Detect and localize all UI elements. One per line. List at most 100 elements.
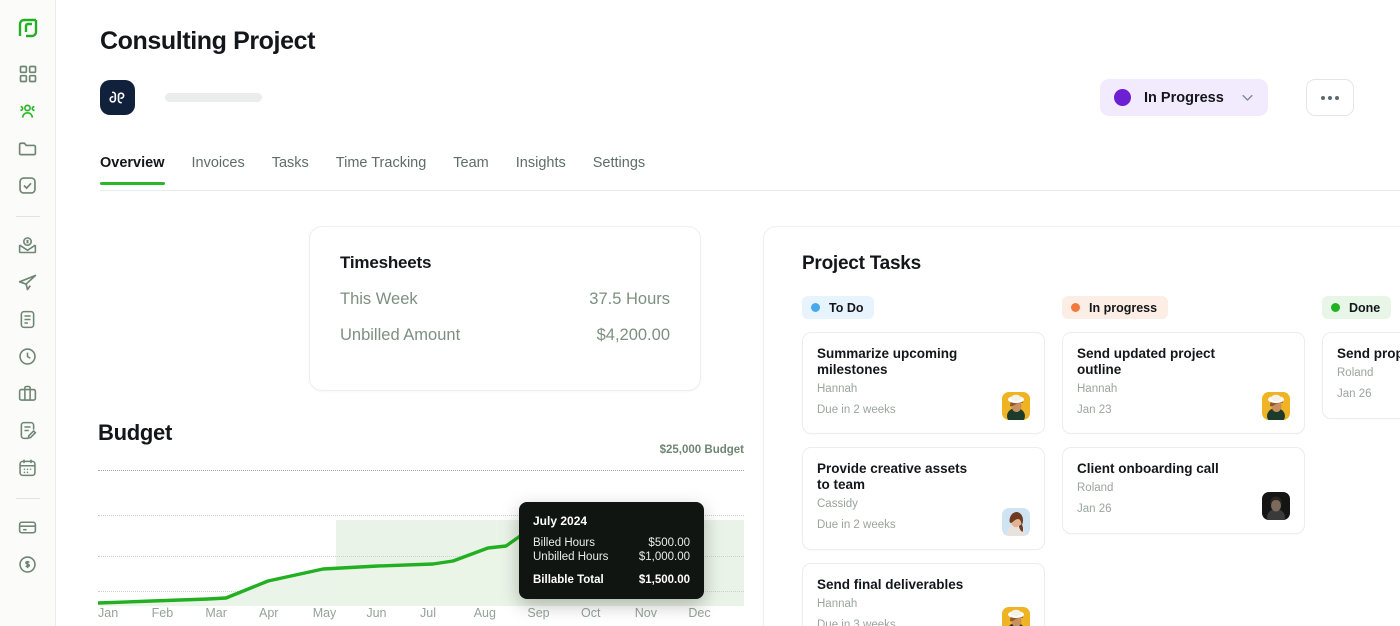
tab-overview[interactable]: Overview <box>100 155 165 185</box>
task-assignee: Hannah <box>817 597 858 610</box>
sidebar-item-dashboard[interactable] <box>12 58 44 90</box>
avatar[interactable] <box>1002 507 1030 536</box>
column-badge-done[interactable]: Done <box>1322 296 1392 319</box>
project-tasks-panel: Project Tasks To Do Summarize upcoming m… <box>763 226 1400 626</box>
tab-team[interactable]: Team <box>453 155 488 184</box>
column-label: To Do <box>829 300 864 315</box>
task-due: Due in 2 weeks <box>817 403 896 416</box>
sidebar-item-expenses[interactable] <box>12 548 44 580</box>
task-due: Due in 2 weeks <box>817 519 896 532</box>
page-title: Consulting Project <box>100 27 316 55</box>
app-window: Consulting Project In Progress Overview … <box>0 0 1400 626</box>
task-due: Jan 26 <box>1337 387 1372 400</box>
x-tick: Mar <box>205 606 227 620</box>
task-title: Send proposal <box>1337 346 1400 361</box>
sidebar-item-calendar[interactable] <box>12 451 44 483</box>
tooltip-total-value: $1,500.00 <box>638 574 690 586</box>
timesheets-row-value: $4,200.00 <box>596 326 670 344</box>
tooltip-row-value: $500.00 <box>648 537 690 549</box>
tooltip-row-value: $1,000.00 <box>638 551 690 563</box>
task-assignee: Hannah <box>817 382 858 395</box>
sidebar-item-projects[interactable] <box>12 132 44 164</box>
task-due: Due in 3 weeks <box>817 618 896 626</box>
status-dot-icon <box>811 303 820 312</box>
status-dot-icon <box>1114 89 1131 106</box>
task-card[interactable]: Provide creative assets to team Cassidy … <box>802 447 1045 550</box>
sidebar-item-billing[interactable] <box>12 511 44 543</box>
sidebar-item-clients[interactable] <box>12 95 44 127</box>
x-tick: Apr <box>259 606 279 620</box>
more-options-button[interactable] <box>1306 79 1354 116</box>
chevron-down-icon[interactable] <box>1240 90 1255 105</box>
sidebar-item-work[interactable] <box>12 377 44 409</box>
chart-x-axis-labels: Jan Feb Mar Apr May Jun Jul Aug Sep Oct … <box>98 606 744 620</box>
project-tasks-title: Project Tasks <box>802 253 921 274</box>
task-card[interactable]: Send updated project outline Hannah Jan … <box>1062 332 1305 435</box>
x-tick: Dec <box>688 606 711 620</box>
status-badge[interactable]: In Progress <box>1100 79 1268 116</box>
overview-content: Timesheets This Week 37.5 Hours Unbilled… <box>56 192 1400 626</box>
task-title: Provide creative assets to team <box>817 461 968 493</box>
budget-title: Budget <box>98 420 172 445</box>
task-due: Jan 23 <box>1077 403 1112 416</box>
tooltip-total-label: Billable Total <box>533 574 604 586</box>
sidebar <box>0 0 56 626</box>
column-badge-to-do[interactable]: To Do <box>802 296 875 319</box>
timesheets-card: Timesheets This Week 37.5 Hours Unbilled… <box>309 226 701 391</box>
task-column-done: Done Send proposal Roland Jan 26 <box>1322 296 1400 626</box>
task-title: Send final deliverables <box>817 576 964 592</box>
task-card[interactable]: Summarize upcoming milestones Hannah Due… <box>802 332 1045 435</box>
heart-monitor-icon <box>100 80 135 115</box>
tab-insights[interactable]: Insights <box>516 155 566 184</box>
avatar[interactable] <box>1002 392 1030 421</box>
tooltip-row: Unbilled Hours $1,000.00 <box>533 551 690 563</box>
column-label: Done <box>1349 300 1381 315</box>
tab-invoices[interactable]: Invoices <box>192 155 245 184</box>
project-subtitle-placeholder <box>165 93 262 102</box>
tooltip-title: July 2024 <box>533 514 588 528</box>
avatar[interactable] <box>1262 492 1290 521</box>
sidebar-item-send[interactable] <box>12 266 44 298</box>
tooltip-row-label: Unbilled Hours <box>533 551 609 563</box>
task-assignee: Roland <box>1337 366 1374 379</box>
main-area: Consulting Project In Progress Overview … <box>56 0 1400 626</box>
status-dot-icon <box>1071 303 1080 312</box>
tooltip-row: Billed Hours $500.00 <box>533 537 690 549</box>
x-tick: May <box>312 606 337 620</box>
avatar[interactable] <box>1262 392 1290 421</box>
sidebar-item-proposals[interactable] <box>12 414 44 446</box>
x-tick: Jun <box>366 606 387 620</box>
column-badge-in-progress[interactable]: In progress <box>1062 296 1169 319</box>
status-label: In Progress <box>1144 89 1224 106</box>
app-logo-icon[interactable] <box>12 12 44 44</box>
task-column-to-do: To Do Summarize upcoming milestones Hann… <box>802 296 1045 626</box>
tab-settings[interactable]: Settings <box>593 155 645 184</box>
task-card[interactable]: Send proposal Roland Jan 26 <box>1322 332 1400 419</box>
tab-time-tracking[interactable]: Time Tracking <box>336 155 427 184</box>
ellipsis-icon-dot <box>1321 95 1325 100</box>
sidebar-item-time[interactable] <box>12 340 44 372</box>
sidebar-divider-1 <box>15 216 40 217</box>
sidebar-item-payments[interactable] <box>12 229 44 261</box>
tab-bar: Overview Invoices Tasks Time Tracking Te… <box>100 155 1400 191</box>
x-tick: Nov <box>634 606 657 620</box>
timesheets-row-label: Unbilled Amount <box>340 326 461 344</box>
x-tick: Sep <box>527 606 550 620</box>
ellipsis-icon-dot <box>1335 95 1339 100</box>
sidebar-item-documents[interactable] <box>12 303 44 335</box>
ellipsis-icon-dot <box>1328 95 1332 100</box>
avatar[interactable] <box>1002 607 1030 626</box>
task-card[interactable]: Send final deliverables Hannah Due in 3 … <box>802 562 1045 626</box>
timesheets-row-label: This Week <box>340 290 418 308</box>
timesheets-row: This Week 37.5 Hours <box>340 290 670 309</box>
chart-tooltip: July 2024 Billed Hours $500.00 Unbilled … <box>519 502 704 599</box>
project-identity-row <box>100 80 262 115</box>
budget-cap-label: $25,000 Budget <box>659 444 744 456</box>
task-assignee: Hannah <box>1077 382 1118 395</box>
tab-tasks[interactable]: Tasks <box>272 155 309 184</box>
task-card[interactable]: Client onboarding call Roland Jan 26 <box>1062 447 1305 535</box>
sidebar-item-tasks[interactable] <box>12 169 44 201</box>
timesheets-title: Timesheets <box>340 253 432 272</box>
budget-chart-section: Budget $25,000 Budget Jan Feb Mar Apr Ma… <box>98 420 758 620</box>
budget-chart: $25,000 Budget Jan Feb Mar Apr May Jun J… <box>98 444 744 620</box>
